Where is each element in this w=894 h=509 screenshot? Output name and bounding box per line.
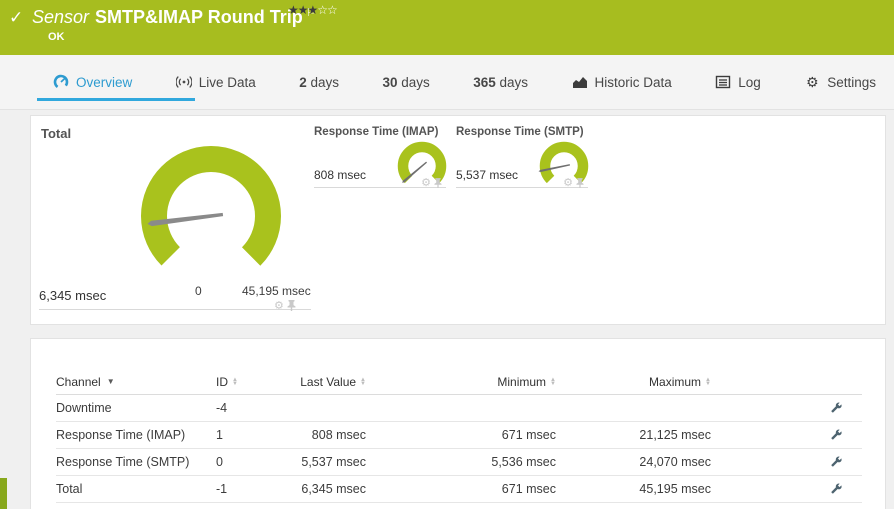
channel-name: Downtime [56, 401, 112, 415]
channel-settings-wrench-icon[interactable] [830, 429, 843, 442]
broadcast-icon [175, 74, 192, 90]
tab-label: Log [738, 74, 761, 90]
tab-days[interactable]: 365 days [465, 55, 536, 109]
column-header-last-value[interactable]: Last Value ▲ ▼ [286, 375, 366, 389]
channel-name: Response Time (SMTP) [56, 455, 190, 469]
channel-minimum: 5,536 msec [491, 455, 556, 469]
priority-stars[interactable]: ★★★☆☆ [288, 3, 338, 17]
channel-row-downtime[interactable]: Downtime -4 [56, 395, 862, 422]
overview-gauges-panel: Total 0 45,195 msec 6,345 msec ⚙ Respons… [30, 115, 886, 325]
tab-label: 365 days [473, 74, 529, 90]
column-label: Minimum [497, 374, 547, 389]
gear-icon: ⚙ [805, 74, 819, 90]
column-header-maximum[interactable]: Maximum ▲ ▼ [556, 375, 711, 389]
channel-id: -1 [216, 482, 228, 496]
column-header-channel[interactable]: Channel ▼ [56, 375, 216, 389]
channel-maximum: 45,195 msec [639, 482, 711, 496]
gear-icon[interactable]: ⚙ [421, 176, 431, 189]
sort-desc-icon: ▼ [106, 377, 115, 386]
channel-settings-wrench-icon[interactable] [830, 483, 843, 496]
channel-maximum: 24,070 msec [639, 455, 711, 469]
tab-log[interactable]: Log [707, 55, 769, 109]
smtp-gauge-value: 5,537 msec [456, 168, 519, 182]
column-header-minimum[interactable]: Minimum ▲ ▼ [366, 375, 556, 389]
gear-icon[interactable]: ⚙ [274, 299, 284, 312]
sort-icon: ▲ ▼ [705, 376, 711, 387]
page-title: Sensor SMTP&IMAP Round Trip ⚐ [32, 6, 316, 28]
chart-icon [572, 74, 588, 90]
tab-label: Live Data [198, 74, 256, 90]
tab-settings[interactable]: ⚙ Settings [796, 55, 884, 109]
channels-table: Channel ▼ ID ▲ ▼ Last Value ▲ ▼ Minimum ▲ ▼ Maximum… [56, 369, 862, 503]
column-label: Last Value [300, 374, 357, 389]
sort-icon: ▲ ▼ [232, 376, 238, 387]
smtp-gauge-label: Response Time (SMTP) [456, 126, 584, 138]
total-gauge-tools: ⚙ [274, 299, 296, 312]
divider [39, 309, 311, 310]
smtp-gauge-tools: ⚙ [563, 176, 584, 189]
tab-label: 2 days [299, 74, 340, 90]
tab-historic-data[interactable]: Historic Data [564, 55, 680, 109]
total-gauge-value: 6,345 msec [39, 288, 107, 303]
channel-row-response-time-smtp-[interactable]: Response Time (SMTP) 0 5,537 msec 5,536 mse… [56, 449, 862, 476]
tab-label: Overview [76, 74, 133, 90]
tab-bar: Overview Live Data 2 days 30 days 365 days Hi… [0, 55, 894, 110]
channel-maximum: 21,125 msec [639, 428, 711, 442]
pin-icon[interactable] [434, 177, 442, 188]
smtp-gauge-cell: Response Time (SMTP) 5,537 msec ⚙ [456, 124, 589, 191]
gear-icon[interactable]: ⚙ [563, 176, 573, 189]
channels-table-panel: Channel ▼ ID ▲ ▼ Last Value ▲ ▼ Minimum ▲ ▼ Maximum… [30, 338, 886, 509]
channel-row-total[interactable]: Total -1 6,345 msec 671 msec 45,195 msec [56, 476, 862, 503]
log-icon [715, 74, 731, 90]
tab-days[interactable]: 30 days [374, 55, 437, 109]
channel-last-value: 6,345 msec [301, 482, 366, 496]
channel-last-value: 5,537 msec [301, 455, 366, 469]
channel-last-value: 808 msec [311, 428, 366, 442]
pin-icon[interactable] [576, 177, 584, 188]
column-header-id[interactable]: ID ▲ ▼ [216, 375, 286, 389]
imap-gauge-tools: ⚙ [421, 176, 442, 189]
gauge-icon [53, 74, 69, 90]
channel-minimum: 671 msec [501, 428, 556, 442]
pin-icon[interactable] [287, 300, 296, 311]
channel-id: 0 [216, 455, 223, 469]
imap-gauge-cell: Response Time (IMAP) 808 msec ⚙ [314, 124, 447, 191]
tab-label: Historic Data [594, 74, 672, 90]
sensor-page: ✓ Sensor SMTP&IMAP Round Trip ⚐ ★★★☆☆ OK O… [0, 0, 894, 509]
total-gauge-max: 45,195 msec [242, 284, 311, 298]
imap-gauge-label: Response Time (IMAP) [314, 126, 439, 138]
channel-id: 1 [216, 428, 223, 442]
check-icon: ✓ [9, 8, 24, 27]
sensor-kind-label: Sensor [32, 7, 90, 27]
status-badge: OK [48, 31, 65, 43]
channel-id: -4 [216, 401, 228, 415]
channel-name: Response Time (IMAP) [56, 428, 186, 442]
channel-name: Total [56, 482, 83, 496]
table-header-row: Channel ▼ ID ▲ ▼ Last Value ▲ ▼ Minimum ▲ ▼ Maximum… [56, 369, 862, 395]
channel-settings-wrench-icon[interactable] [830, 456, 843, 469]
tab-days[interactable]: 2 days [291, 55, 347, 109]
tab-live-data[interactable]: Live Data [168, 55, 264, 109]
column-label: Channel [56, 374, 101, 389]
tab-label: Settings [827, 74, 876, 90]
channel-row-response-time-imap-[interactable]: Response Time (IMAP) 1 808 msec 671 msec 21,… [56, 422, 862, 449]
channel-settings-wrench-icon[interactable] [830, 402, 843, 415]
channel-minimum: 671 msec [501, 482, 556, 496]
column-label: ID [216, 374, 228, 389]
sensor-name: SMTP&IMAP Round Trip [95, 7, 303, 27]
total-gauge-label: Total [41, 126, 72, 141]
sensor-header: ✓ Sensor SMTP&IMAP Round Trip ⚐ ★★★☆☆ OK [0, 0, 894, 55]
page-edge-strip [0, 478, 7, 509]
imap-gauge-value: 808 msec [314, 168, 367, 182]
column-label: Maximum [649, 374, 702, 389]
total-gauge-min: 0 [195, 284, 202, 298]
tab-overview[interactable]: Overview [36, 55, 196, 109]
tab-label: 30 days [382, 74, 430, 90]
total-gauge [141, 146, 281, 286]
